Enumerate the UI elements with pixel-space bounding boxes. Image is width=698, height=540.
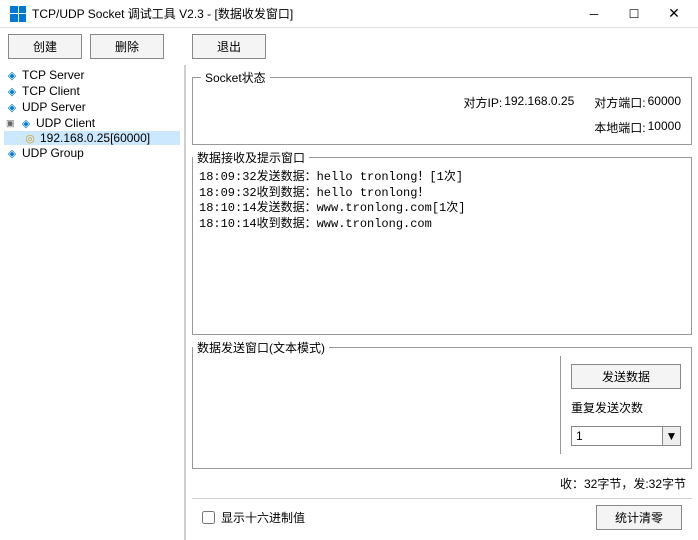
app-icon: [10, 6, 26, 22]
send-legend: 数据发送窗口(文本模式): [193, 339, 329, 356]
repeat-select: ▼: [571, 426, 681, 446]
close-button[interactable]: ✕: [654, 0, 694, 28]
network-icon: ◈: [6, 85, 18, 97]
repeat-input[interactable]: [571, 426, 663, 446]
repeat-label: 重复发送次数: [571, 399, 681, 416]
toolbar: 创建 删除 退出: [0, 28, 698, 65]
maximize-button[interactable]: ☐: [614, 0, 654, 28]
bottom-bar: 显示十六进制值 统计清零: [192, 498, 692, 536]
create-button[interactable]: 创建: [8, 34, 82, 59]
tree-label: TCP Client: [22, 84, 80, 98]
tree-label: TCP Server: [22, 68, 84, 82]
peer-port-value: 60000: [648, 94, 681, 111]
peer-port-label: 对方端口:: [594, 94, 645, 111]
local-port-value: 10000: [648, 119, 681, 136]
sidebar-tree: ◈ TCP Server ◈ TCP Client ◈ UDP Server ▣…: [0, 65, 186, 540]
network-icon: ◈: [6, 147, 18, 159]
tree-label: 192.168.0.25[60000]: [40, 131, 150, 145]
window-title: TCP/UDP Socket 调试工具 V2.3 - [数据收发窗口]: [32, 5, 574, 22]
local-port-label: 本地端口:: [594, 119, 645, 136]
window-controls: ─ ☐ ✕: [574, 0, 694, 28]
send-button[interactable]: 发送数据: [571, 364, 681, 389]
content-area: Socket状态 对方IP: 192.168.0.25 对方端口: 60000 …: [186, 65, 698, 540]
hex-label: 显示十六进制值: [221, 509, 305, 526]
tree-tcp-client[interactable]: ◈ TCP Client: [4, 83, 180, 99]
send-box: 数据发送窗口(文本模式) 发送数据 重复发送次数 ▼: [192, 339, 692, 469]
socket-status-box: Socket状态 对方IP: 192.168.0.25 对方端口: 60000 …: [192, 69, 692, 145]
collapse-icon[interactable]: ▣: [6, 118, 16, 129]
tree-label: UDP Server: [22, 100, 86, 114]
delete-button[interactable]: 删除: [90, 34, 164, 59]
minimize-button[interactable]: ─: [574, 0, 614, 28]
main-area: ◈ TCP Server ◈ TCP Client ◈ UDP Server ▣…: [0, 65, 698, 540]
hex-checkbox-wrap[interactable]: 显示十六进制值: [202, 509, 305, 526]
exit-button[interactable]: 退出: [192, 34, 266, 59]
peer-ip-value: 192.168.0.25: [504, 94, 574, 111]
stats-text: 收：32字节，发:32字节: [192, 473, 692, 494]
dropdown-icon[interactable]: ▼: [663, 426, 681, 446]
recv-box: 数据接收及提示窗口 18:09:32发送数据：hello tronlong！[1…: [192, 149, 692, 335]
send-controls: 发送数据 重复发送次数 ▼: [561, 356, 691, 454]
hex-checkbox[interactable]: [202, 511, 215, 524]
status-legend: Socket状态: [201, 69, 270, 86]
network-icon: ◈: [20, 117, 32, 129]
target-icon: ◎: [24, 132, 36, 144]
tree-label: UDP Group: [22, 146, 84, 160]
clear-stats-button[interactable]: 统计清零: [596, 505, 682, 530]
tree-label: UDP Client: [36, 116, 95, 130]
send-input[interactable]: [193, 356, 561, 454]
tree-udp-client-endpoint[interactable]: ◎ 192.168.0.25[60000]: [4, 131, 180, 145]
network-icon: ◈: [6, 69, 18, 81]
network-icon: ◈: [6, 101, 18, 113]
titlebar: TCP/UDP Socket 调试工具 V2.3 - [数据收发窗口] ─ ☐ …: [0, 0, 698, 28]
peer-ip-label: 对方IP:: [464, 94, 503, 111]
recv-legend: 数据接收及提示窗口: [193, 149, 309, 166]
tree-udp-server[interactable]: ◈ UDP Server: [4, 99, 180, 115]
tree-udp-group[interactable]: ◈ UDP Group: [4, 145, 180, 161]
recv-log[interactable]: 18:09:32发送数据：hello tronlong！[1次] 18:09:3…: [193, 166, 691, 296]
tree-tcp-server[interactable]: ◈ TCP Server: [4, 67, 180, 83]
tree-udp-client[interactable]: ▣ ◈ UDP Client: [4, 115, 180, 131]
